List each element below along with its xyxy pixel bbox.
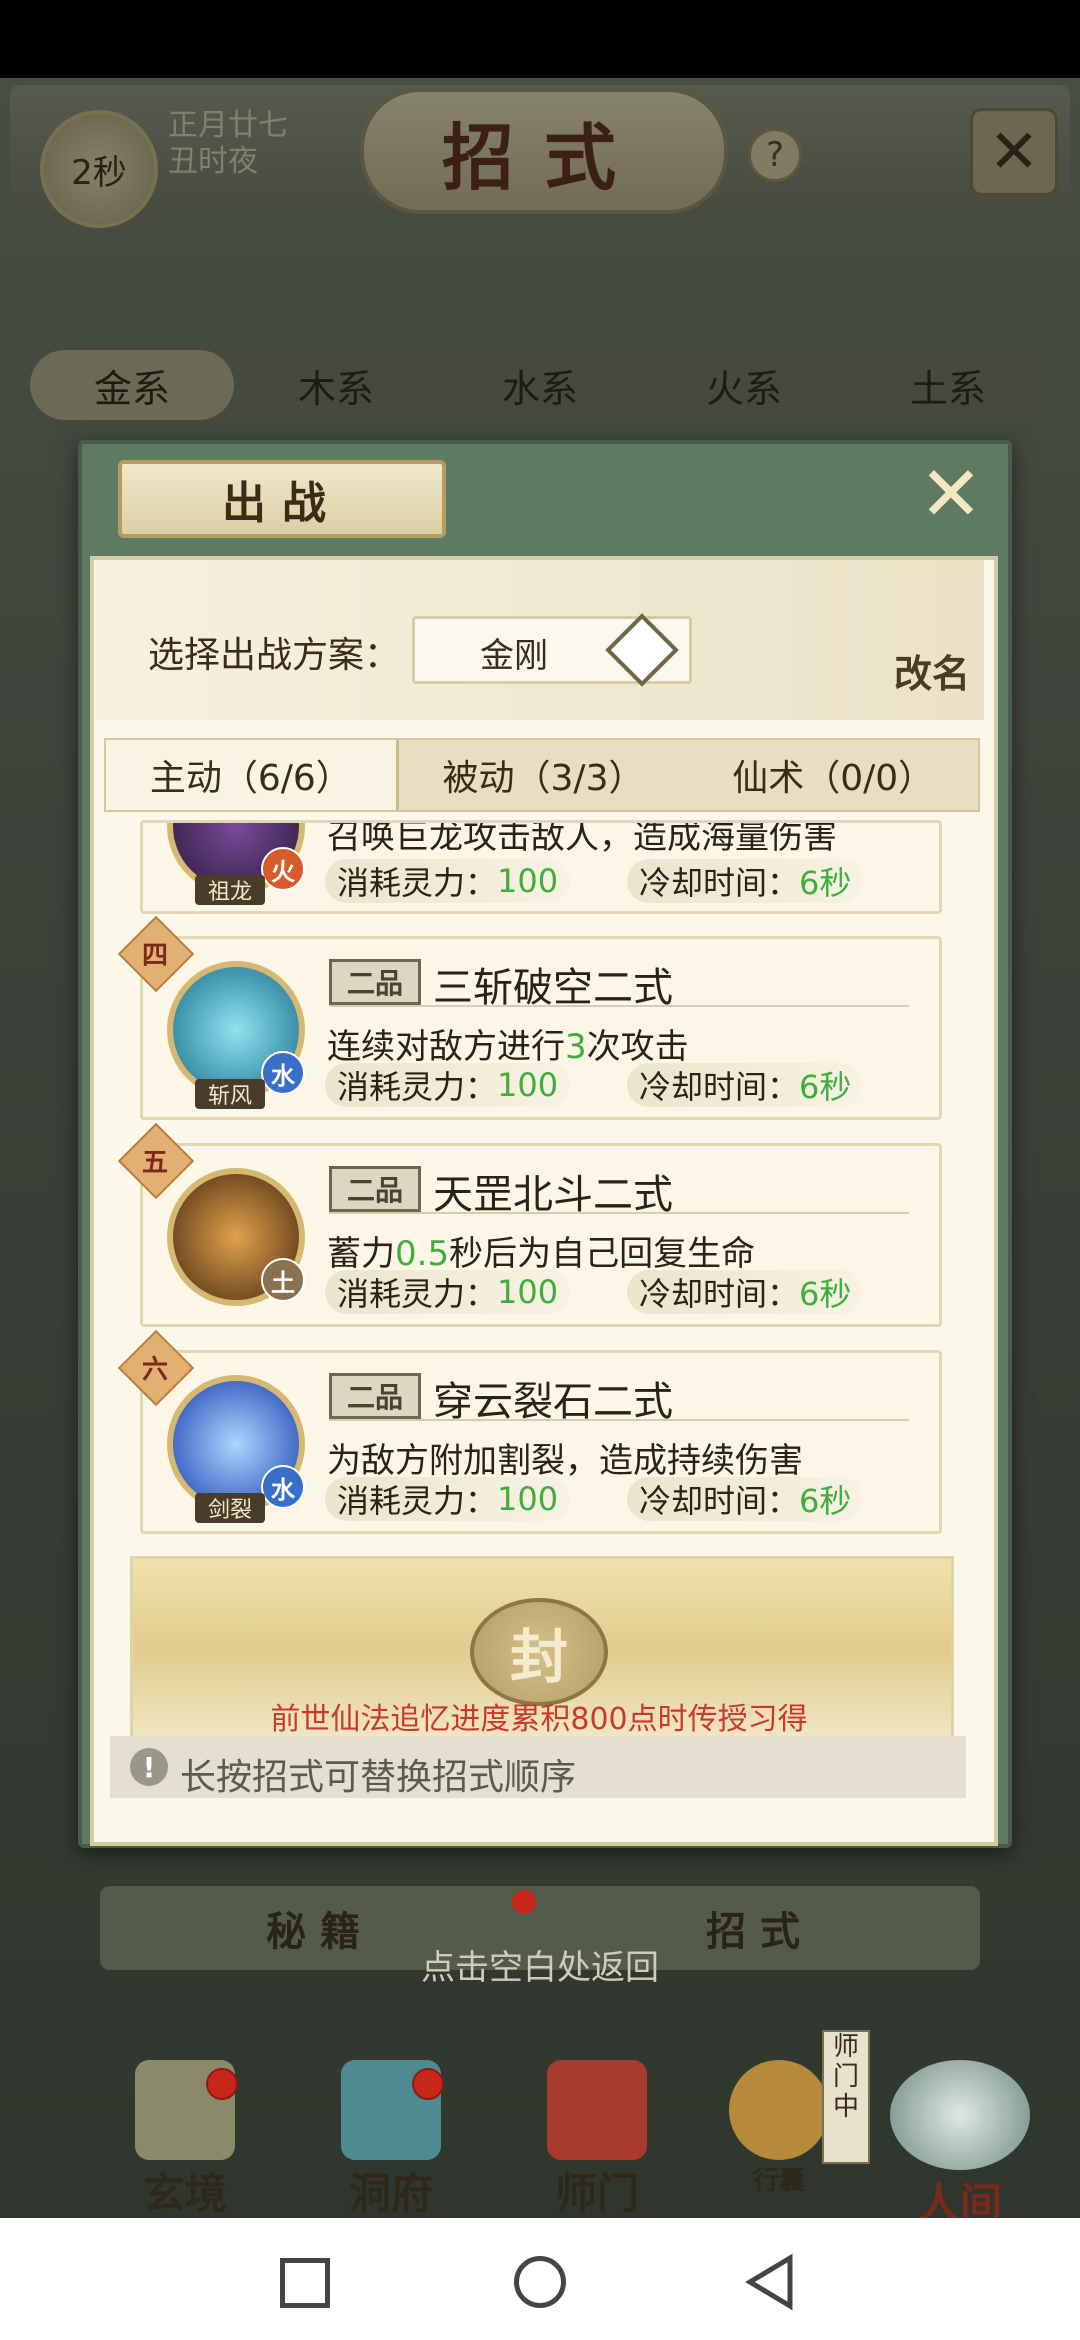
cost-label: 消耗灵力： [337, 1068, 498, 1106]
close-icon: ✕ [919, 448, 983, 538]
skill-card[interactable]: 四 水 斩风 二品 三斩破空二式 连续对敌方进行3次攻击 消耗灵力： 100 冷却… [117, 915, 942, 1120]
dialog-close-button[interactable]: ✕ [916, 449, 986, 538]
cost-label: 消耗灵力： [337, 864, 498, 902]
skill-cost: 消耗灵力： 100 [325, 1477, 571, 1521]
world-icon [890, 2060, 1030, 2170]
cd-value: 6秒 [799, 1068, 852, 1106]
nav-label: 洞府 [348, 2169, 433, 2218]
skill-cooldown: 冷却时间： 6秒 [627, 1270, 864, 1314]
tip-text: 长按招式可替换招式顺序 [180, 1757, 577, 1798]
scheme-value: 金刚 [480, 636, 548, 676]
element-badge: 水 [261, 1051, 305, 1095]
nav-renjian[interactable]: 人间 [870, 2060, 1050, 2228]
cd-value: 6秒 [799, 864, 852, 902]
skill-cooldown: 冷却时间： 6秒 [627, 1063, 864, 1107]
dialog-title: 出战 [118, 460, 446, 538]
divider [329, 1005, 909, 1007]
cd-label: 冷却时间： [639, 1275, 800, 1313]
cd-label: 冷却时间： [639, 1068, 800, 1106]
desc-text-end: 秒后为自己回复生命 [449, 1234, 756, 1274]
bag-icon [729, 2060, 829, 2160]
skill-icon-name: 祖龙 [195, 875, 265, 905]
home-icon[interactable] [514, 2256, 566, 2308]
banner-icon [547, 2060, 647, 2160]
skill-description: 连续对敌方进行3次攻击 [327, 1019, 689, 1068]
quality-tag: 二品 [329, 959, 421, 1005]
skill-card[interactable]: 五 土 二品 天罡北斗二式 蓄力0.5秒后为自己回复生命 消耗灵力： 100 冷却… [117, 1122, 942, 1327]
nav-label: 玄境 [142, 2169, 227, 2218]
scheme-label: 选择出战方案： [148, 635, 401, 676]
seal-unlock-text: 前世仙法追忆进度累积800点时传授习得 [270, 1702, 808, 1737]
back-icon[interactable] [742, 2252, 802, 2312]
skill-cost: 消耗灵力： 100 [325, 1063, 571, 1107]
element-badge: 土 [261, 1258, 305, 1302]
cost-value: 100 [497, 862, 559, 900]
exclamation-icon: ! [130, 1748, 168, 1786]
skill-cost: 消耗灵力： 100 [325, 1270, 571, 1314]
skill-icon-name: 剑裂 [195, 1493, 265, 1523]
notification-dot [412, 2068, 444, 2100]
cd-value: 6秒 [799, 1275, 852, 1313]
skill-icon-name: 斩风 [195, 1079, 265, 1109]
sect-status-badge: 师门中 [822, 2030, 870, 2164]
cd-value: 6秒 [799, 1482, 852, 1520]
tab-passive-skills[interactable]: 被动（3/3） [399, 740, 689, 810]
cost-value: 100 [497, 1480, 559, 1518]
nav-shimen[interactable]: 师门 [522, 2060, 672, 2218]
desc-text: 连续对敌方进行 [327, 1027, 565, 1067]
seal-icon: 封 [470, 1598, 608, 1706]
skill-description: 为敌方附加割裂，造成持续伤害 [327, 1441, 803, 1481]
recent-apps-icon[interactable] [280, 2258, 330, 2308]
skill-description: 蓄力0.5秒后为自己回复生命 [327, 1226, 755, 1275]
desc-text-end: 次攻击 [586, 1027, 689, 1067]
grade-text: 五 [141, 1147, 168, 1178]
nav-label: 师门 [554, 2169, 639, 2218]
cd-label: 冷却时间： [639, 864, 800, 902]
skill-type-tabs: 主动（6/6） 被动（3/3） 仙术（0/0） [104, 738, 980, 812]
skill-card[interactable]: 火 祖龙 召唤巨龙攻击敌人，造成海量伤害 消耗灵力： 100 冷却时间： 6秒 [140, 820, 942, 914]
rename-button[interactable]: 改名 [860, 598, 970, 698]
cd-label: 冷却时间： [639, 1482, 800, 1520]
tab-immortal-arts[interactable]: 仙术（0/0） [688, 740, 978, 810]
skill-description: 召唤巨龙攻击敌人，造成海量伤害 [327, 820, 837, 857]
rename-label: 改名 [893, 651, 970, 696]
skill-cooldown: 冷却时间： 6秒 [627, 1477, 864, 1521]
quality-tag: 二品 [329, 1373, 421, 1419]
desc-text: 蓄力 [327, 1234, 395, 1274]
tab-active-skills[interactable]: 主动（6/6） [106, 740, 399, 810]
notification-dot [206, 2068, 238, 2100]
quality-tag: 二品 [329, 1166, 421, 1212]
cost-value: 100 [497, 1273, 559, 1311]
skill-cooldown: 冷却时间： 6秒 [627, 859, 864, 903]
tap-to-return-text[interactable]: 点击空白处返回 [0, 1940, 1080, 1989]
grade-text: 六 [141, 1354, 168, 1385]
nav-label: 行囊 [752, 2166, 805, 2196]
skill-cost: 消耗灵力： 100 [325, 859, 571, 903]
element-badge: 火 [261, 847, 305, 891]
cost-label: 消耗灵力： [337, 1482, 498, 1520]
desc-number: 0.5 [395, 1234, 450, 1274]
skill-card[interactable]: 六 水 剑裂 二品 穿云裂石二式 为敌方附加割裂，造成持续伤害 消耗灵力： 100… [117, 1329, 942, 1534]
element-badge: 水 [261, 1465, 305, 1509]
notification-dot [512, 1890, 536, 1914]
cost-label: 消耗灵力： [337, 1275, 498, 1313]
cost-value: 100 [497, 1066, 559, 1104]
divider [329, 1419, 909, 1421]
divider [329, 1212, 909, 1214]
desc-number: 3 [565, 1027, 587, 1067]
grade-text: 四 [141, 940, 168, 971]
